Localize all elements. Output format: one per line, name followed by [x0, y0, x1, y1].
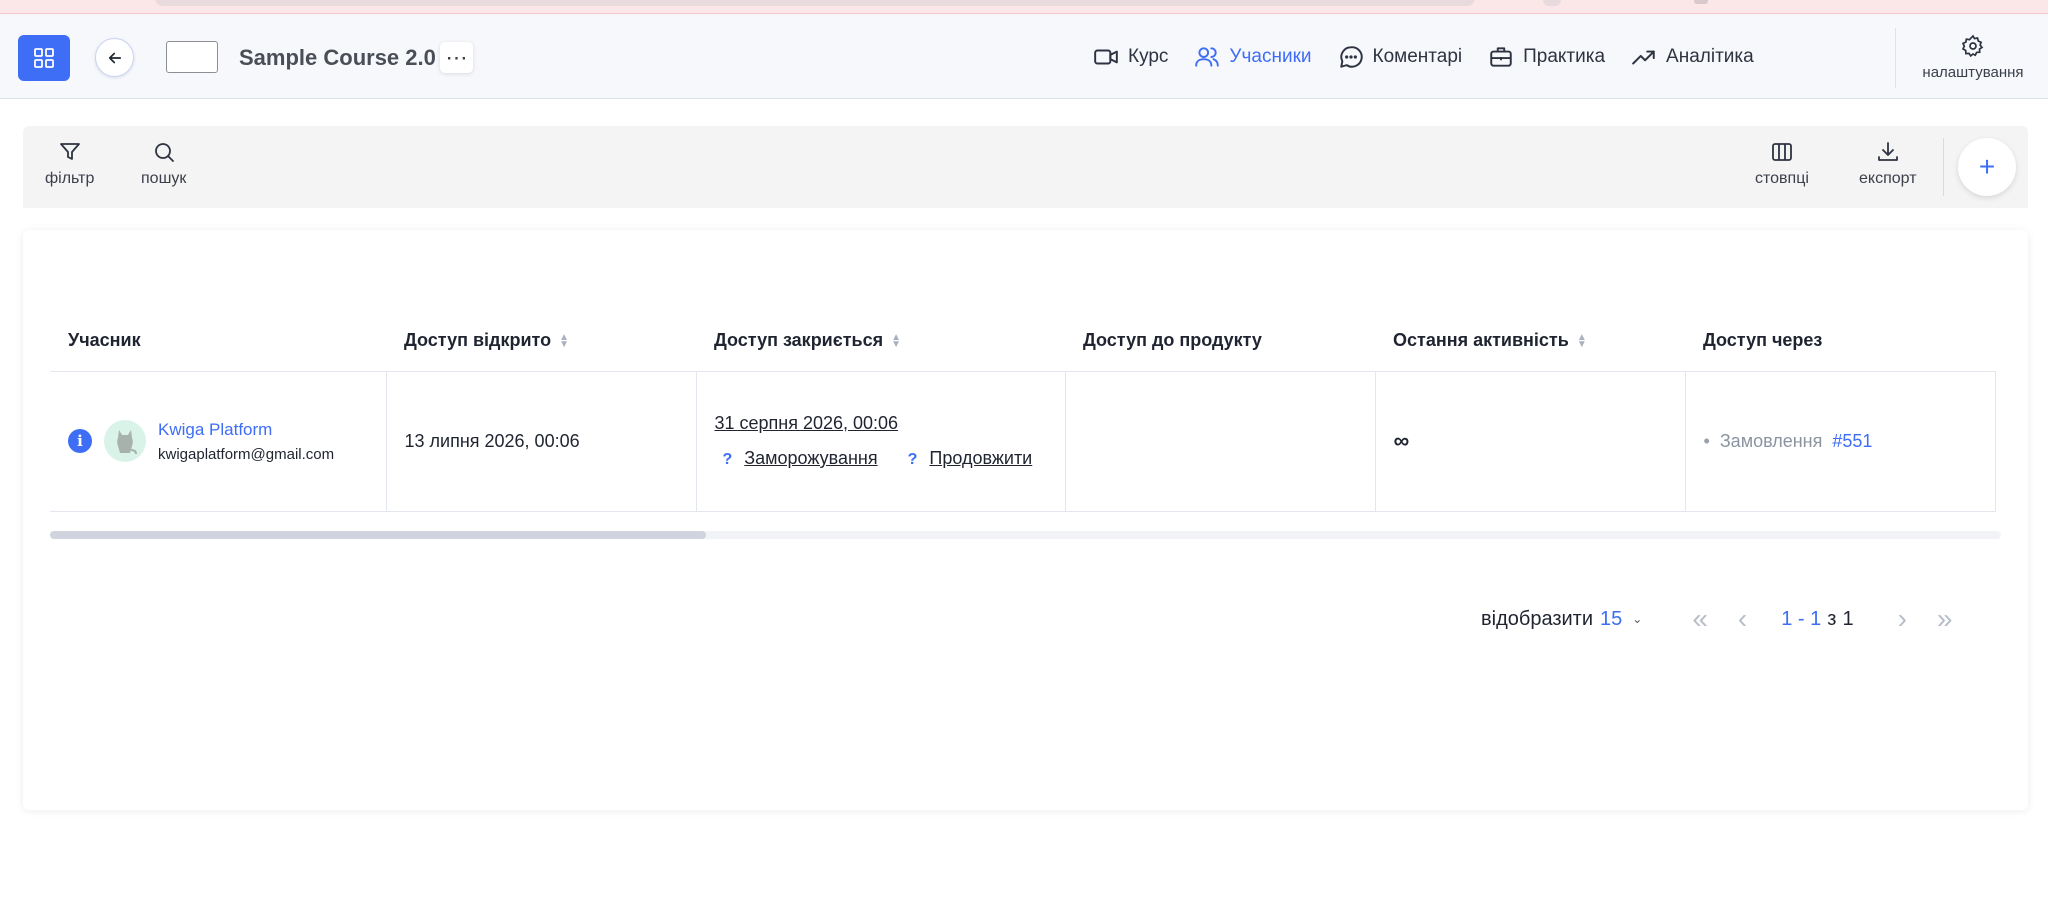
back-button[interactable]	[95, 38, 134, 77]
settings-button[interactable]: налаштування	[1918, 34, 2028, 81]
participant-cell: i Kwiga Platform kwigaplatform@gmail.com	[50, 370, 387, 512]
columns-button[interactable]: стовпці	[1755, 140, 1809, 188]
per-page-select[interactable]: 15	[1600, 608, 1622, 631]
settings-label: налаштування	[1922, 64, 2024, 81]
last-page-icon[interactable]: »	[1937, 605, 1953, 633]
apps-grid-button[interactable]	[18, 35, 70, 81]
search-icon	[154, 143, 174, 162]
download-icon	[1877, 142, 1898, 161]
briefcase-icon	[1490, 47, 1512, 67]
extend-action[interactable]: ? Продовжити	[900, 448, 1033, 469]
nav-tab-analytics[interactable]: Аналітика	[1631, 44, 1754, 70]
nav-tab-label: Практика	[1523, 46, 1606, 67]
access-closes-cell: 31 серпня 2026, 00:06 ? Заморожування ? Пр…	[696, 370, 1066, 512]
address-bar	[155, 0, 1475, 6]
help-icon[interactable]: ?	[723, 451, 733, 468]
next-page-icon[interactable]: ›	[1898, 605, 1907, 633]
per-page-label: відобразити	[1481, 607, 1594, 630]
browser-control	[1543, 0, 1561, 6]
last-activity-cell: ∞	[1375, 370, 1686, 512]
nav-tab-label: Курс	[1128, 46, 1169, 67]
sort-icon[interactable]: ▲ ▼	[1577, 333, 1587, 350]
participants-table: Учасник Доступ відкрито ▲ ▼ Доступ закриєт…	[50, 310, 1996, 512]
page-total: 1	[1842, 607, 1854, 630]
nav-tab-course[interactable]: Курс	[1093, 44, 1168, 70]
nav-tab-label: Учасники	[1229, 46, 1312, 67]
arrow-left-icon	[108, 52, 121, 63]
participant-text: Kwiga Platform kwigaplatform@gmail.com	[158, 420, 334, 463]
column-header-product-access: Доступ до продукту	[1083, 329, 1262, 350]
horizontal-scrollbar[interactable]	[50, 531, 2001, 539]
add-participant-button[interactable]: +	[1958, 138, 2016, 196]
help-icon[interactable]: ?	[908, 451, 918, 468]
sort-icon[interactable]: ▲ ▼	[891, 333, 901, 350]
browser-control	[1694, 0, 1708, 4]
table-header-row: Учасник Доступ відкрито ▲ ▼ Доступ закриєт…	[50, 310, 1995, 371]
nav-tab-practice[interactable]: Практика	[1488, 44, 1605, 70]
scrollbar-thumb[interactable]	[50, 531, 706, 539]
column-header-access-closes[interactable]: Доступ закриється ▲ ▼	[696, 310, 1065, 371]
pagination: відобразити 15 ⌄ « ‹ 1 - 1 з 1 › »	[1481, 605, 1952, 633]
access-actions: ? Заморожування ? Продовжити	[715, 448, 1047, 469]
course-nav: Курс Учасники Коментарі Практика Аналіти…	[1093, 44, 1754, 70]
course-title: Sample Course 2.0	[239, 45, 436, 70]
column-header-last-activity[interactable]: Остання активність ▲ ▼	[1375, 310, 1685, 371]
page-range: 1 - 1	[1781, 607, 1822, 630]
users-icon	[1195, 47, 1220, 67]
nav-tab-label: Коментарі	[1372, 46, 1463, 67]
column-header-access-via: Доступ через	[1703, 329, 1823, 350]
extend-link[interactable]: Продовжити	[929, 448, 1032, 468]
comment-icon	[1339, 46, 1363, 68]
avatar	[104, 420, 146, 462]
table-row: i Kwiga Platform kwigaplatform@gmail.com	[50, 370, 1996, 512]
search-button[interactable]: пошук	[141, 140, 186, 188]
access-opened-cell: 13 липня 2026, 00:06	[386, 370, 697, 512]
info-icon[interactable]: i	[68, 429, 92, 453]
video-icon	[1094, 49, 1118, 65]
more-options-button[interactable]: ⋯	[440, 42, 473, 73]
participant-info: i Kwiga Platform kwigaplatform@gmail.com	[68, 420, 368, 463]
nav-tab-label: Аналітика	[1666, 46, 1754, 67]
cat-avatar-icon	[117, 430, 137, 455]
table-toolbar: фільтр пошук стовпці експорт +	[23, 126, 2028, 208]
filter-label: фільтр	[45, 170, 95, 187]
last-activity-value: ∞	[1393, 428, 1410, 453]
header-divider	[1895, 28, 1896, 88]
participants-card: Учасник Доступ відкрито ▲ ▼ Доступ закриєт…	[23, 230, 2028, 810]
nav-tab-comments[interactable]: Коментарі	[1338, 44, 1463, 70]
participant-name-link[interactable]: Kwiga Platform	[158, 420, 334, 440]
page-of-label: з	[1827, 607, 1837, 630]
columns-label: стовпці	[1755, 170, 1809, 187]
access-via-cell: • Замовлення #551	[1685, 370, 1996, 512]
order-label: Замовлення	[1719, 430, 1823, 451]
gear-icon	[1961, 34, 1984, 58]
bullet-icon: •	[1703, 430, 1710, 451]
filter-icon	[59, 143, 80, 160]
columns-icon	[1772, 143, 1792, 161]
freeze-link[interactable]: Заморожування	[744, 448, 877, 468]
order-number-link[interactable]: #551	[1832, 431, 1872, 451]
chevron-down-icon[interactable]: ⌄	[1632, 612, 1642, 626]
search-label: пошук	[141, 170, 187, 187]
sort-icon[interactable]: ▲ ▼	[559, 333, 569, 350]
export-label: експорт	[1859, 170, 1917, 187]
nav-tab-participants[interactable]: Учасники	[1194, 44, 1312, 70]
export-button[interactable]: експорт	[1859, 140, 1917, 188]
prev-page-icon[interactable]: ‹	[1738, 605, 1747, 633]
trending-up-icon	[1632, 50, 1655, 65]
access-closes-date-link[interactable]: 31 серпня 2026, 00:06	[715, 413, 1047, 434]
course-thumbnail	[166, 41, 218, 73]
participant-email: kwigaplatform@gmail.com	[158, 445, 335, 463]
freeze-action[interactable]: ? Заморожування	[715, 448, 878, 469]
grid-icon	[34, 48, 54, 68]
product-access-cell	[1065, 370, 1376, 512]
course-header: Sample Course 2.0 ⋯ Курс Учасники Комент…	[0, 14, 2048, 99]
toolbar-divider	[1943, 138, 1944, 196]
filter-button[interactable]: фільтр	[45, 140, 94, 188]
browser-top-strip	[0, 0, 2048, 14]
column-header-participant: Учасник	[68, 329, 141, 350]
first-page-icon[interactable]: «	[1692, 605, 1708, 633]
column-header-access-opened[interactable]: Доступ відкрито ▲ ▼	[386, 310, 696, 371]
